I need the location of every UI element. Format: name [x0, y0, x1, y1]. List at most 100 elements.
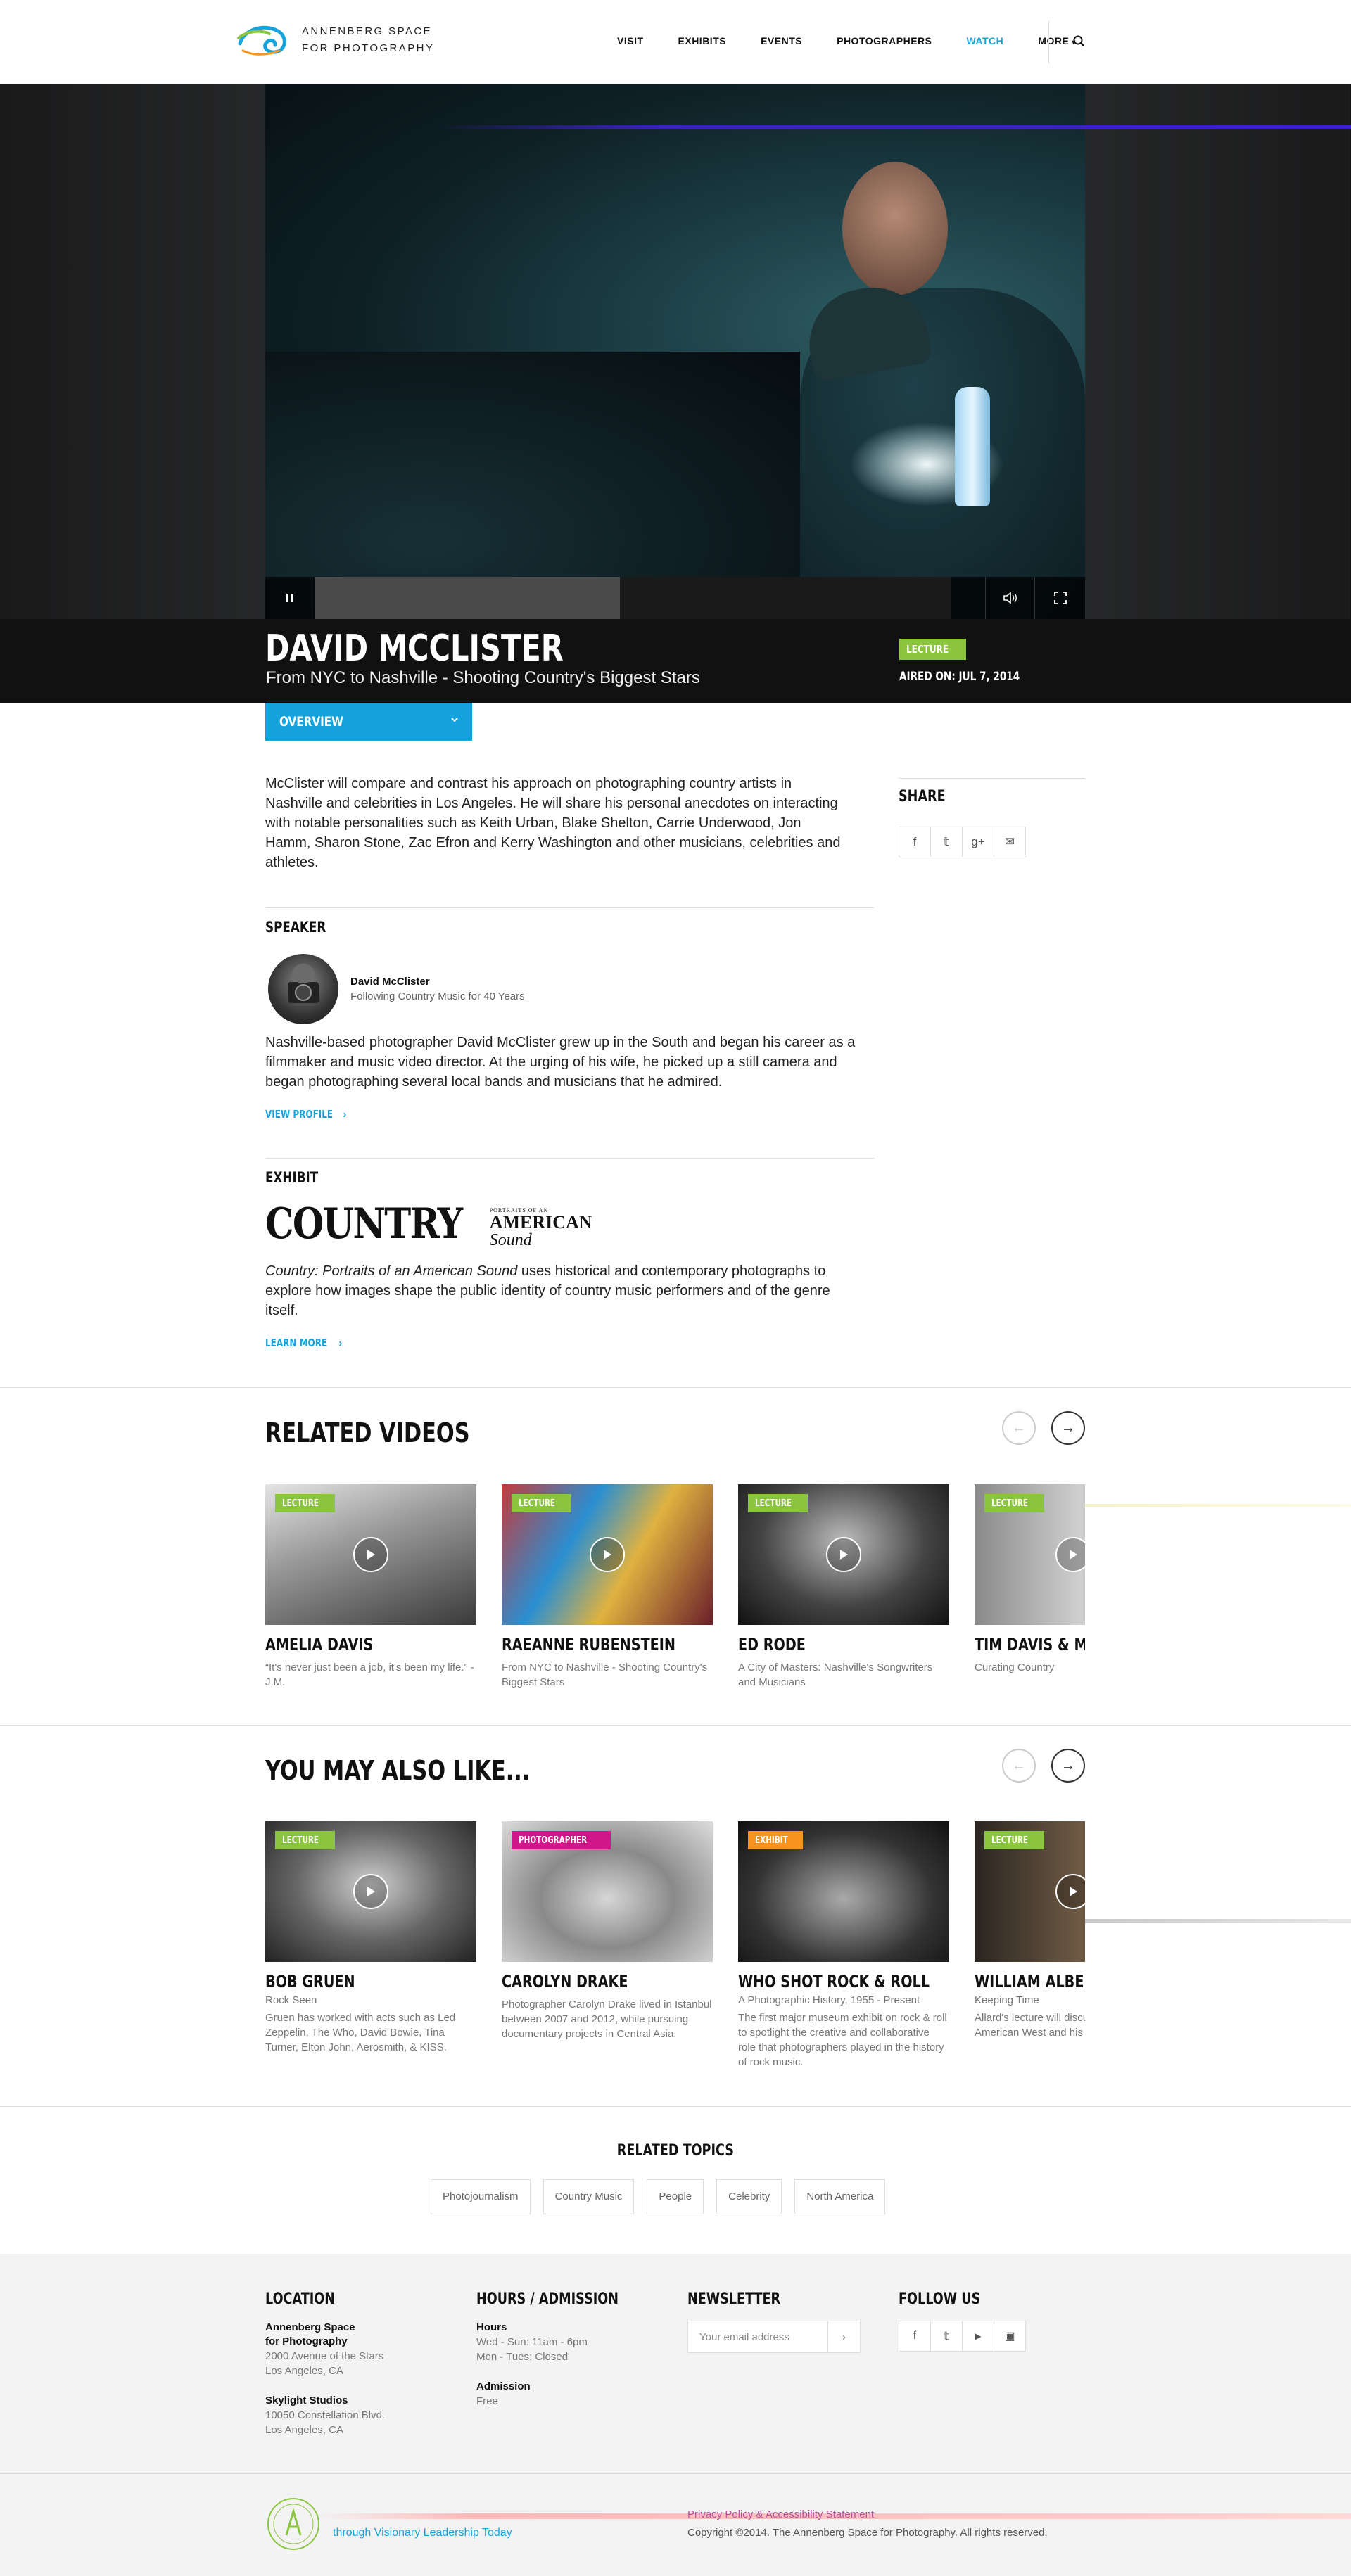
card-title[interactable]: WILLIAM ALBERT ALLARD: [975, 1972, 1085, 1991]
arrow-right-icon: →: [1061, 1757, 1075, 1773]
card-image: LECTURE: [975, 1821, 1085, 1962]
newsletter-heading: NEWSLETTER: [687, 2290, 781, 2308]
fullscreen-button[interactable]: [1034, 577, 1085, 619]
pause-button[interactable]: [265, 577, 315, 619]
speaker-avatar[interactable]: [268, 954, 338, 1024]
nav-more-label: MORE: [1038, 35, 1070, 46]
content-card[interactable]: LECTURE WILLIAM ALBERT ALLARD Keeping Ti…: [975, 1821, 1085, 2040]
carousel-prev-button[interactable]: ←: [1002, 1411, 1036, 1445]
youtube-icon[interactable]: ▶: [962, 2321, 994, 2352]
topic-tag[interactable]: Country Music: [543, 2179, 635, 2214]
card-badge-label: LECTURE: [282, 1498, 319, 1509]
play-icon[interactable]: [353, 1537, 388, 1572]
facebook-icon[interactable]: f: [899, 2321, 931, 2352]
card-image: EXHIBIT: [738, 1821, 949, 1962]
volume-button[interactable]: [985, 577, 1034, 619]
video-progress-track[interactable]: [315, 577, 951, 619]
footer-tagline: through Visionary Leadership Today: [333, 2527, 512, 2539]
video-card[interactable]: LECTURE ED RODE A City of Masters: Nashv…: [738, 1484, 949, 1690]
play-icon[interactable]: [590, 1537, 625, 1572]
card-title[interactable]: ED RODE: [738, 1635, 806, 1654]
submit-arrow-icon[interactable]: ›: [827, 2321, 860, 2352]
logo-line-1: Annenberg Space: [302, 25, 432, 37]
newsletter-placeholder: Your email address: [699, 2330, 789, 2343]
nav-photographers[interactable]: PHOTOGRAPHERS: [837, 35, 932, 46]
play-icon[interactable]: [1055, 1537, 1085, 1572]
hours-line-2: Mon - Tues: Closed: [476, 2351, 569, 2363]
card-badge-label: LECTURE: [991, 1835, 1029, 1846]
carousel-prev-button[interactable]: ←: [1002, 1749, 1036, 1783]
country-logo-american: AMERICAN: [489, 1212, 592, 1232]
annenberg-foundation-seal[interactable]: [265, 2496, 322, 2552]
content-card[interactable]: PHOTOGRAPHER CAROLYN DRAKE Photographer …: [502, 1821, 713, 2041]
instagram-icon[interactable]: ▣: [994, 2321, 1026, 2352]
card-badge: LECTURE: [984, 1831, 1045, 1849]
main-nav: VISIT EXHIBITS EVENTS PHOTOGRAPHERS WATC…: [617, 35, 1076, 46]
play-icon[interactable]: [826, 1537, 861, 1572]
nav-divider: [1048, 21, 1049, 63]
card-title[interactable]: RAEANNE RUBENSTEIN: [502, 1635, 676, 1654]
email-icon[interactable]: ✉: [994, 827, 1026, 857]
card-title[interactable]: CAROLYN DRAKE: [502, 1972, 628, 1991]
nav-events[interactable]: EVENTS: [761, 35, 802, 46]
content-card[interactable]: EXHIBIT WHO SHOT ROCK & ROLL A Photograp…: [738, 1821, 949, 2070]
video-player[interactable]: [265, 84, 1085, 619]
content-card[interactable]: LECTURE BOB GRUEN Rock Seen Gruen has wo…: [265, 1821, 476, 2055]
card-title[interactable]: TIM DAVIS & MICHAEL: [975, 1635, 1085, 1654]
video-card[interactable]: LECTURE AMELIA DAVIS “It's never just be…: [265, 1484, 476, 1690]
topic-tag[interactable]: Celebrity: [716, 2179, 782, 2214]
twitter-icon[interactable]: 𝕥: [930, 827, 963, 857]
facebook-icon[interactable]: f: [899, 827, 931, 857]
country-logo-sound: Sound: [489, 1231, 532, 1249]
carousel-next-button[interactable]: →: [1051, 1749, 1085, 1783]
related-videos-heading: RELATED VIDEOS: [265, 1417, 470, 1448]
google-plus-icon[interactable]: g+: [962, 827, 994, 857]
video-subtitle: From NYC to Nashville - Shooting Country…: [266, 668, 700, 687]
carousel-next-button[interactable]: →: [1051, 1411, 1085, 1445]
country-logo-stack: PORTRAITS OF AN AMERICAN Sound: [490, 1207, 592, 1249]
card-title[interactable]: WHO SHOT ROCK & ROLL: [738, 1972, 930, 1991]
learn-more-link[interactable]: LEARN MORE ›: [265, 1337, 343, 1349]
topic-tag[interactable]: Photojournalism: [431, 2179, 531, 2214]
speaker-name[interactable]: David McClister: [350, 976, 430, 988]
nav-visit[interactable]: VISIT: [617, 35, 644, 46]
nav-more[interactable]: MORE ▾: [1038, 35, 1076, 46]
card-title[interactable]: BOB GRUEN: [265, 1972, 355, 1991]
video-hero: DAVID MCCLISTER From NYC to Nashville - …: [0, 84, 1351, 703]
footer-follow: FOLLOW US f 𝕥 ▶ ▣: [899, 2290, 1026, 2352]
location-heading: LOCATION: [265, 2290, 335, 2308]
card-title[interactable]: AMELIA DAVIS: [265, 1635, 373, 1654]
place1-address-1: 2000 Avenue of the Stars: [265, 2350, 384, 2362]
video-water-bottle: [955, 387, 990, 506]
card-image: LECTURE: [265, 1821, 476, 1962]
privacy-link[interactable]: Privacy Policy & Accessibility Statement: [687, 2508, 874, 2520]
view-profile-link[interactable]: VIEW PROFILE ›: [265, 1108, 350, 1121]
speaker-bio: Nashville-based photographer David McCli…: [265, 1035, 856, 1090]
video-thumbnail: LECTURE: [738, 1484, 949, 1625]
twitter-icon[interactable]: 𝕥: [930, 2321, 963, 2352]
band-divider: [0, 1387, 1351, 1388]
newsletter-email-input[interactable]: Your email address ›: [687, 2321, 861, 2353]
nav-exhibits[interactable]: EXHIBITS: [678, 35, 727, 46]
search-icon[interactable]: [1071, 33, 1088, 50]
card-badge: EXHIBIT: [748, 1831, 804, 1849]
play-icon[interactable]: [353, 1874, 388, 1909]
video-thumbnail: LECTURE: [265, 1484, 476, 1625]
video-card[interactable]: LECTURE RAEANNE RUBENSTEIN From NYC to N…: [502, 1484, 713, 1690]
play-icon[interactable]: [1055, 1874, 1085, 1909]
country-exhibit-logo[interactable]: COUNTRY PORTRAITS OF AN AMERICAN Sound: [265, 1199, 592, 1249]
pause-icon: [286, 594, 293, 602]
video-thumbnail: LECTURE: [975, 1484, 1085, 1625]
fullscreen-icon: [1053, 592, 1067, 604]
arrow-left-icon: ←: [1012, 1757, 1026, 1773]
card-badge-label: LECTURE: [519, 1498, 556, 1509]
video-speaker-head: [842, 162, 948, 295]
site-logo[interactable]: Annenberg Space for Photography: [237, 23, 434, 58]
topic-tag[interactable]: North America: [794, 2179, 886, 2214]
card-description: The first major museum exhibit on rock &…: [738, 2012, 947, 2068]
nav-watch[interactable]: WATCH: [966, 35, 1003, 46]
video-card[interactable]: LECTURE TIM DAVIS & MICHAEL Curating Cou…: [975, 1484, 1085, 1675]
overview-dropdown[interactable]: OVERVIEW: [265, 703, 472, 741]
site-footer: [0, 2254, 1351, 2576]
topic-tag[interactable]: People: [647, 2179, 704, 2214]
